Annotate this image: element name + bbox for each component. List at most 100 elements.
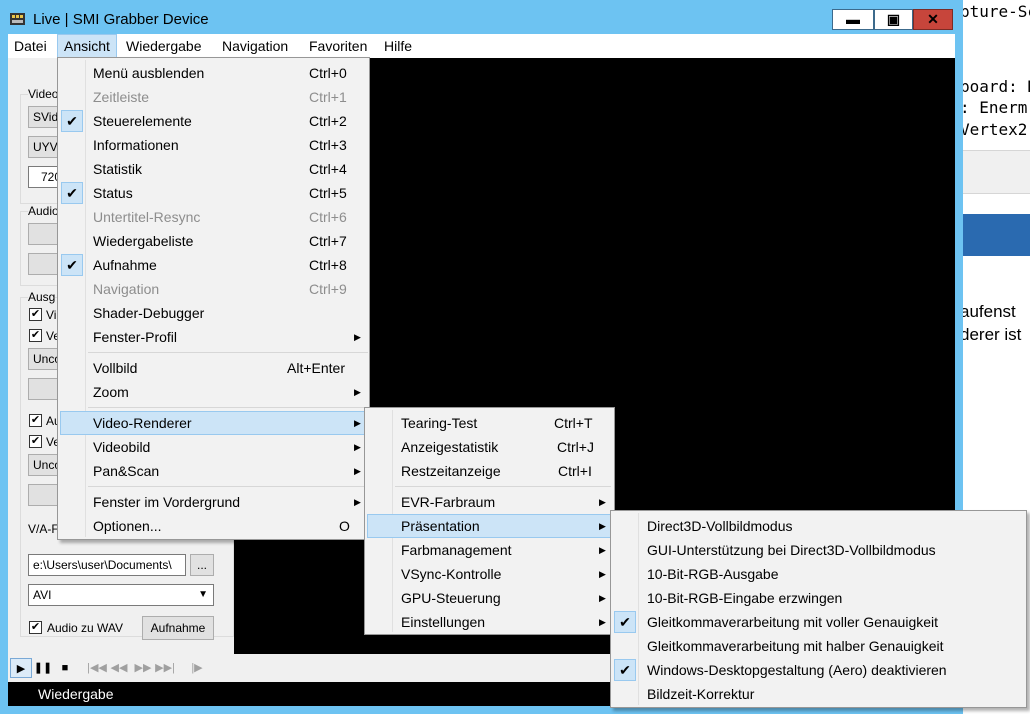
menu-navigation[interactable]: Navigation: [216, 34, 294, 58]
menu-item-zeitleiste[interactable]: Zeitleiste Ctrl+1: [60, 85, 367, 109]
menu-item-fenster-im-vordergrund[interactable]: Fenster im Vordergrund ▶: [60, 490, 367, 514]
menu-item-fenster-profil[interactable]: Fenster-Profil ▶: [60, 325, 367, 349]
menu-item-informationen[interactable]: Informationen Ctrl+3: [60, 133, 367, 157]
menu-item-einstellungen[interactable]: Einstellungen ▶: [367, 610, 612, 634]
menu-wiedergabe[interactable]: Wiedergabe: [120, 34, 208, 58]
menu-separator: [395, 486, 611, 487]
menu-item-gleitkomma-voll[interactable]: ✔ Gleitkommaverarbeitung mit voller Gena…: [613, 610, 1024, 634]
menu-item-bildzeit-korrektur[interactable]: Bildzeit-Korrektur: [613, 682, 1024, 706]
bg-text-line: Vertex2: [960, 120, 1028, 139]
menu-item-steuerelemente[interactable]: ✔ Steuerelemente Ctrl+2: [60, 109, 367, 133]
menu-item-status[interactable]: ✔ Status Ctrl+5: [60, 181, 367, 205]
menu-item-label: Navigation: [93, 281, 160, 297]
bg-text-line: board: N: [960, 77, 1030, 96]
menu-item-anzeigestatistik[interactable]: Anzeigestatistik Ctrl+J: [367, 435, 612, 459]
menu-item-label: Zeitleiste: [93, 89, 150, 105]
menu-item-shortcut: Alt+Enter: [287, 360, 345, 376]
submenu-arrow-icon: ▶: [599, 617, 606, 627]
menu-item-shader-debugger[interactable]: Shader-Debugger: [60, 301, 367, 325]
submenu-arrow-icon: ▶: [354, 497, 361, 507]
minimize-button[interactable]: ▬: [832, 9, 874, 30]
audio-group-label: Audio: [28, 204, 59, 218]
menu-item-tearing-test[interactable]: Tearing-Test Ctrl+T: [367, 411, 612, 435]
menu-item-direct3d-vollbildmodus[interactable]: Direct3D-Vollbildmodus: [613, 514, 1024, 538]
menu-item-label: Wiedergabeliste: [93, 233, 194, 249]
menu-bar: Datei Ansicht Wiedergabe Navigation Favo…: [8, 34, 955, 58]
maximize-button[interactable]: ▣: [874, 9, 913, 30]
output-checkbox-2[interactable]: ✔: [29, 329, 42, 342]
video-group-label: Video: [28, 87, 59, 101]
menu-item-farbmanagement[interactable]: Farbmanagement ▶: [367, 538, 612, 562]
bg-blue-bar: [955, 214, 1030, 256]
audio-wav-checkbox[interactable]: ✔: [29, 621, 42, 634]
output-checkbox-1[interactable]: ✔: [29, 308, 42, 321]
menu-item-label: Shader-Debugger: [93, 305, 205, 321]
menu-item-restzeitanzeige[interactable]: Restzeitanzeige Ctrl+I: [367, 459, 612, 483]
menu-item-vsync-kontrolle[interactable]: VSync-Kontrolle ▶: [367, 562, 612, 586]
forward-icon[interactable]: ▶▶: [132, 658, 154, 678]
menu-item-videobild[interactable]: Videobild ▶: [60, 435, 367, 459]
menu-item-label: Status: [93, 185, 133, 201]
menu-favoriten[interactable]: Favoriten: [303, 34, 373, 58]
output-group-label: Ausg: [28, 290, 56, 304]
menu-item-label: Einstellungen: [401, 614, 486, 630]
menu-item-wiedergabeliste[interactable]: Wiedergabeliste Ctrl+7: [60, 229, 367, 253]
submenu-arrow-icon: ▶: [599, 521, 606, 531]
menu-item-label: Bildzeit-Korrektur: [647, 686, 755, 702]
menu-item-label: Statistik: [93, 161, 143, 177]
output-path-field[interactable]: e:\Users\user\Documents\: [28, 554, 186, 576]
menu-item-zoom[interactable]: Zoom ▶: [60, 380, 367, 404]
menu-item-label: Restzeitanzeige: [401, 463, 501, 479]
praesentation-menu: Direct3D-Vollbildmodus GUI-Unterstützung…: [610, 510, 1027, 708]
submenu-arrow-icon: ▶: [599, 569, 606, 579]
menu-item-navigation[interactable]: Navigation Ctrl+9: [60, 277, 367, 301]
menu-item-video-renderer[interactable]: Video-Renderer ▶: [60, 411, 367, 435]
menu-item-vollbild[interactable]: Vollbild Alt+Enter: [60, 356, 367, 380]
menu-item-praesentation[interactable]: Präsentation ▶: [367, 514, 612, 538]
browse-button[interactable]: ...: [190, 554, 214, 576]
bg-text-line: pture-Sc: [960, 2, 1030, 21]
menu-item-evr-farbraum[interactable]: EVR-Farbraum ▶: [367, 490, 612, 514]
menu-item-label: Gleitkommaverarbeitung mit voller Genaui…: [647, 614, 939, 630]
menu-item-shortcut: Ctrl+1: [309, 89, 347, 105]
container-select[interactable]: AVI ▼: [28, 584, 214, 606]
close-button[interactable]: ✕: [913, 9, 953, 30]
record-button[interactable]: Aufnahme: [142, 616, 214, 640]
output-checkbox-4[interactable]: ✔: [29, 435, 42, 448]
next-icon[interactable]: ▶▶|: [154, 658, 176, 678]
menu-item-shortcut: Ctrl+6: [309, 209, 347, 225]
window-title: Live | SMI Grabber Device: [33, 11, 209, 28]
menu-datei[interactable]: Datei: [8, 34, 53, 58]
menu-item-shortcut: Ctrl+T: [554, 415, 593, 431]
menu-ansicht[interactable]: Ansicht: [57, 34, 117, 58]
menu-item-statistik[interactable]: Statistik Ctrl+4: [60, 157, 367, 181]
menu-item-gui-unterstuetzung[interactable]: GUI-Unterstützung bei Direct3D-Vollbildm…: [613, 538, 1024, 562]
previous-icon[interactable]: |◀◀: [86, 658, 108, 678]
menu-item-shortcut: Ctrl+J: [557, 439, 594, 455]
submenu-arrow-icon: ▶: [354, 332, 361, 342]
menu-item-gpu-steuerung[interactable]: GPU-Steuerung ▶: [367, 586, 612, 610]
output-checkbox-3[interactable]: ✔: [29, 414, 42, 427]
frame-step-icon[interactable]: |▶: [186, 658, 208, 678]
stop-icon[interactable]: ■: [54, 658, 76, 678]
menu-item-pan-scan[interactable]: Pan&Scan ▶: [60, 459, 367, 483]
rewind-icon[interactable]: ◀◀: [108, 658, 130, 678]
menu-item-optionen[interactable]: Optionen... O: [60, 514, 367, 538]
title-bar[interactable]: Live | SMI Grabber Device ▬ ▣ ✕: [0, 0, 963, 34]
check-icon: ✔: [614, 611, 636, 633]
menu-item-label: Informationen: [93, 137, 179, 153]
submenu-arrow-icon: ▶: [354, 442, 361, 452]
menu-item-10bit-rgb-ausgabe[interactable]: 10-Bit-RGB-Ausgabe: [613, 562, 1024, 586]
submenu-arrow-icon: ▶: [599, 497, 606, 507]
menu-item-gleitkomma-halb[interactable]: Gleitkommaverarbeitung mit halber Genaui…: [613, 634, 1024, 658]
menu-item-menue-ausblenden[interactable]: Menü ausblenden Ctrl+0: [60, 61, 367, 85]
pause-icon[interactable]: ❚❚: [32, 658, 54, 678]
menu-item-label: Untertitel-Resync: [93, 209, 201, 225]
menu-item-aero-deaktivieren[interactable]: ✔ Windows-Desktopgestaltung (Aero) deakt…: [613, 658, 1024, 682]
menu-item-aufnahme[interactable]: ✔ Aufnahme Ctrl+8: [60, 253, 367, 277]
menu-hilfe[interactable]: Hilfe: [378, 34, 418, 58]
menu-item-label: Anzeigestatistik: [401, 439, 499, 455]
menu-item-untertitel-resync[interactable]: Untertitel-Resync Ctrl+6: [60, 205, 367, 229]
play-icon[interactable]: ▶: [10, 658, 32, 678]
menu-item-10bit-rgb-eingabe[interactable]: 10-Bit-RGB-Eingabe erzwingen: [613, 586, 1024, 610]
